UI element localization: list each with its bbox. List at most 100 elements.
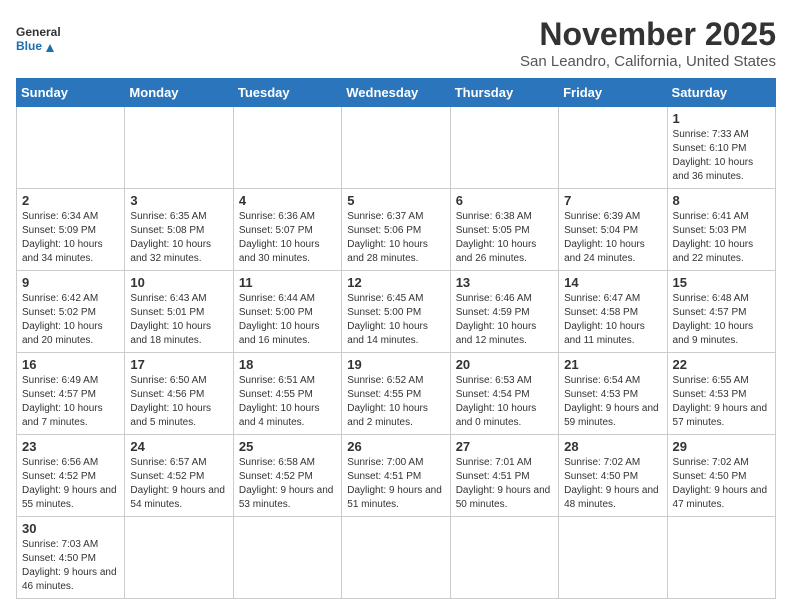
day-info: Sunrise: 6:57 AM Sunset: 4:52 PM Dayligh… bbox=[130, 456, 227, 512]
day-info: Sunrise: 6:47 AM Sunset: 4:58 PM Dayligh… bbox=[564, 292, 661, 348]
calendar-cell: 18 Sunrise: 6:51 AM Sunset: 4:55 PM Dayli… bbox=[233, 353, 341, 435]
calendar-cell bbox=[125, 107, 233, 189]
weekday-header-sunday: Sunday bbox=[17, 79, 125, 107]
calendar-cell: 7Sunrise: 6:39 AM Sunset: 5:04 PM Daylig… bbox=[559, 189, 667, 271]
calendar-cell: 28 Sunrise: 7:02 AM Sunset: 4:50 PM Dayli… bbox=[559, 435, 667, 517]
calendar-cell: 29Sunrise: 7:02 AM Sunset: 4:50 PM Dayli… bbox=[667, 435, 775, 517]
calendar-cell: 10Sunrise: 6:43 AM Sunset: 5:01 PM Dayli… bbox=[125, 271, 233, 353]
calendar-cell bbox=[233, 517, 341, 599]
day-info: Sunrise: 6:51 AM Sunset: 4:55 PM Dayligh… bbox=[239, 374, 336, 430]
calendar-table: SundayMondayTuesdayWednesdayThursdayFrid… bbox=[16, 78, 776, 599]
day-info: Sunrise: 6:56 AM Sunset: 4:52 PM Dayligh… bbox=[22, 456, 119, 512]
weekday-header-monday: Monday bbox=[125, 79, 233, 107]
calendar-cell: 3 Sunrise: 6:35 AM Sunset: 5:08 PM Daylig… bbox=[125, 189, 233, 271]
calendar-cell: 23 Sunrise: 6:56 AM Sunset: 4:52 PM Dayli… bbox=[17, 435, 125, 517]
page-title: November 2025 bbox=[520, 16, 776, 53]
calendar-cell bbox=[559, 517, 667, 599]
page-subtitle: San Leandro, California, United States bbox=[520, 53, 776, 70]
day-info: Sunrise: 6:42 AM Sunset: 5:02 PM Dayligh… bbox=[22, 292, 119, 348]
calendar-cell: 6 Sunrise: 6:38 AM Sunset: 5:05 PM Daylig… bbox=[450, 189, 558, 271]
day-info: Sunrise: 7:33 AM Sunset: 6:10 PM Dayligh… bbox=[673, 128, 770, 184]
day-info: Sunrise: 6:36 AM Sunset: 5:07 PM Dayligh… bbox=[239, 210, 336, 266]
calendar-cell: 21Sunrise: 6:54 AM Sunset: 4:53 PM Dayli… bbox=[559, 353, 667, 435]
calendar-cell: 26Sunrise: 7:00 AM Sunset: 4:51 PM Dayli… bbox=[342, 435, 450, 517]
calendar-week-row: 9Sunrise: 6:42 AM Sunset: 5:02 PM Daylig… bbox=[17, 271, 776, 353]
day-number: 11 bbox=[239, 275, 336, 290]
day-info: Sunrise: 6:45 AM Sunset: 5:00 PM Dayligh… bbox=[347, 292, 444, 348]
calendar-cell: 25 Sunrise: 6:58 AM Sunset: 4:52 PM Dayli… bbox=[233, 435, 341, 517]
day-number: 20 bbox=[456, 357, 553, 372]
calendar-cell: 16Sunrise: 6:49 AM Sunset: 4:57 PM Dayli… bbox=[17, 353, 125, 435]
calendar-cell bbox=[559, 107, 667, 189]
calendar-cell bbox=[667, 517, 775, 599]
day-number: 21 bbox=[564, 357, 661, 372]
day-info: Sunrise: 6:44 AM Sunset: 5:00 PM Dayligh… bbox=[239, 292, 336, 348]
day-info: Sunrise: 6:38 AM Sunset: 5:05 PM Dayligh… bbox=[456, 210, 553, 266]
day-number: 6 bbox=[456, 193, 553, 208]
day-number: 26 bbox=[347, 439, 444, 454]
day-number: 18 bbox=[239, 357, 336, 372]
day-info: Sunrise: 6:58 AM Sunset: 4:52 PM Dayligh… bbox=[239, 456, 336, 512]
calendar-cell bbox=[17, 107, 125, 189]
calendar-cell: 14 Sunrise: 6:47 AM Sunset: 4:58 PM Dayli… bbox=[559, 271, 667, 353]
calendar-week-row: 30Sunrise: 7:03 AM Sunset: 4:50 PM Dayli… bbox=[17, 517, 776, 599]
day-number: 19 bbox=[347, 357, 444, 372]
calendar-cell: 30Sunrise: 7:03 AM Sunset: 4:50 PM Dayli… bbox=[17, 517, 125, 599]
day-number: 27 bbox=[456, 439, 553, 454]
calendar-week-row: 23 Sunrise: 6:56 AM Sunset: 4:52 PM Dayli… bbox=[17, 435, 776, 517]
weekday-header-thursday: Thursday bbox=[450, 79, 558, 107]
day-info: Sunrise: 6:46 AM Sunset: 4:59 PM Dayligh… bbox=[456, 292, 553, 348]
title-section: November 2025 San Leandro, California, U… bbox=[520, 16, 776, 70]
day-info: Sunrise: 7:01 AM Sunset: 4:51 PM Dayligh… bbox=[456, 456, 553, 512]
calendar-cell: 17 Sunrise: 6:50 AM Sunset: 4:56 PM Dayli… bbox=[125, 353, 233, 435]
weekday-header-friday: Friday bbox=[559, 79, 667, 107]
weekday-header-tuesday: Tuesday bbox=[233, 79, 341, 107]
day-number: 2 bbox=[22, 193, 119, 208]
day-info: Sunrise: 6:52 AM Sunset: 4:55 PM Dayligh… bbox=[347, 374, 444, 430]
day-number: 29 bbox=[673, 439, 770, 454]
header: General Blue November 2025 San Leandro, … bbox=[16, 16, 776, 70]
day-info: Sunrise: 6:50 AM Sunset: 4:56 PM Dayligh… bbox=[130, 374, 227, 430]
day-number: 23 bbox=[22, 439, 119, 454]
day-number: 25 bbox=[239, 439, 336, 454]
svg-text:Blue: Blue bbox=[16, 39, 42, 53]
day-number: 22 bbox=[673, 357, 770, 372]
calendar-cell bbox=[450, 107, 558, 189]
calendar-cell: 4Sunrise: 6:36 AM Sunset: 5:07 PM Daylig… bbox=[233, 189, 341, 271]
calendar-cell: 20Sunrise: 6:53 AM Sunset: 4:54 PM Dayli… bbox=[450, 353, 558, 435]
day-number: 15 bbox=[673, 275, 770, 290]
calendar-week-row: 1Sunrise: 7:33 AM Sunset: 6:10 PM Daylig… bbox=[17, 107, 776, 189]
day-info: Sunrise: 6:55 AM Sunset: 4:53 PM Dayligh… bbox=[673, 374, 770, 430]
calendar-cell: 22 Sunrise: 6:55 AM Sunset: 4:53 PM Dayli… bbox=[667, 353, 775, 435]
day-number: 3 bbox=[130, 193, 227, 208]
day-info: Sunrise: 6:43 AM Sunset: 5:01 PM Dayligh… bbox=[130, 292, 227, 348]
calendar-cell: 27 Sunrise: 7:01 AM Sunset: 4:51 PM Dayli… bbox=[450, 435, 558, 517]
calendar-week-row: 16Sunrise: 6:49 AM Sunset: 4:57 PM Dayli… bbox=[17, 353, 776, 435]
logo-icon: General Blue bbox=[16, 16, 60, 60]
calendar-cell: 11 Sunrise: 6:44 AM Sunset: 5:00 PM Dayli… bbox=[233, 271, 341, 353]
calendar-cell: 15Sunrise: 6:48 AM Sunset: 4:57 PM Dayli… bbox=[667, 271, 775, 353]
calendar-cell bbox=[342, 517, 450, 599]
calendar-header: SundayMondayTuesdayWednesdayThursdayFrid… bbox=[17, 79, 776, 107]
day-number: 14 bbox=[564, 275, 661, 290]
day-number: 16 bbox=[22, 357, 119, 372]
weekday-header-saturday: Saturday bbox=[667, 79, 775, 107]
day-number: 28 bbox=[564, 439, 661, 454]
day-info: Sunrise: 6:35 AM Sunset: 5:08 PM Dayligh… bbox=[130, 210, 227, 266]
day-number: 8 bbox=[673, 193, 770, 208]
calendar-cell: 5Sunrise: 6:37 AM Sunset: 5:06 PM Daylig… bbox=[342, 189, 450, 271]
weekday-header-wednesday: Wednesday bbox=[342, 79, 450, 107]
calendar-cell bbox=[450, 517, 558, 599]
calendar-cell: 24Sunrise: 6:57 AM Sunset: 4:52 PM Dayli… bbox=[125, 435, 233, 517]
calendar-cell: 19 Sunrise: 6:52 AM Sunset: 4:55 PM Dayli… bbox=[342, 353, 450, 435]
day-number: 13 bbox=[456, 275, 553, 290]
day-info: Sunrise: 7:03 AM Sunset: 4:50 PM Dayligh… bbox=[22, 538, 119, 594]
day-info: Sunrise: 6:34 AM Sunset: 5:09 PM Dayligh… bbox=[22, 210, 119, 266]
day-number: 5 bbox=[347, 193, 444, 208]
calendar-body: 1Sunrise: 7:33 AM Sunset: 6:10 PM Daylig… bbox=[17, 107, 776, 599]
calendar-week-row: 2 Sunrise: 6:34 AM Sunset: 5:09 PM Daylig… bbox=[17, 189, 776, 271]
calendar-cell bbox=[233, 107, 341, 189]
day-info: Sunrise: 7:02 AM Sunset: 4:50 PM Dayligh… bbox=[564, 456, 661, 512]
day-number: 17 bbox=[130, 357, 227, 372]
day-info: Sunrise: 6:41 AM Sunset: 5:03 PM Dayligh… bbox=[673, 210, 770, 266]
